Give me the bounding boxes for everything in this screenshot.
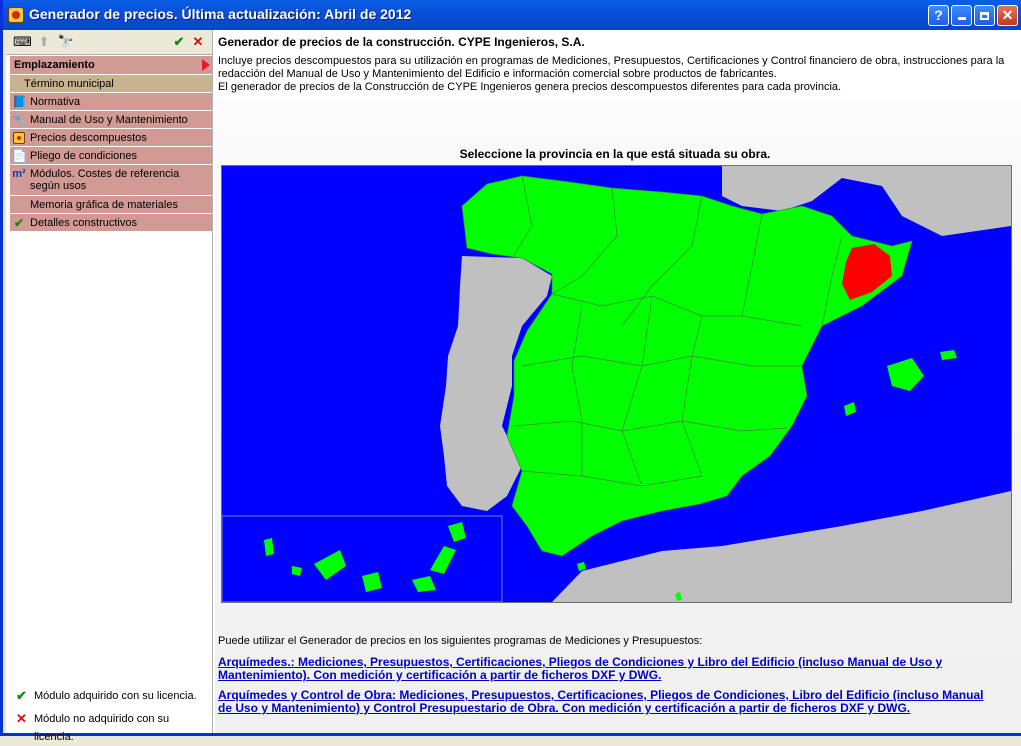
nav-item-label: Módulos. Costes de referencia según usos — [30, 168, 180, 192]
help-button[interactable]: ? — [928, 5, 949, 26]
expand-arrow-icon[interactable] — [202, 59, 210, 71]
description-line: Incluye precios descompuestos para su ut… — [218, 55, 1005, 67]
maximize-button[interactable] — [974, 5, 995, 26]
nav-header-label: Emplazamiento — [14, 59, 95, 71]
cancel-x-icon[interactable]: ✕ — [189, 33, 207, 50]
canary-lanzarote[interactable] — [448, 522, 466, 542]
canary-la-gomera[interactable] — [314, 550, 346, 580]
x-icon: ✕ — [16, 711, 27, 726]
legend-not-acquired-label: Módulo no adquirido con su licencia. — [34, 713, 170, 743]
price-icon — [12, 131, 26, 145]
description-line: redacción del Manual de Uso y Mantenimie… — [218, 68, 777, 80]
binoculars-icon[interactable]: 🔭 — [57, 33, 75, 50]
spain-map-svg[interactable] — [222, 166, 1011, 602]
page-title: Generador de precios de la construcción.… — [218, 35, 585, 49]
nav-item-label: Pliego de condiciones — [30, 150, 138, 162]
nav-item-label: Memoria gráfica de materiales — [30, 199, 178, 211]
title-bar[interactable]: Generador de precios. Última actualizaci… — [3, 0, 1021, 30]
nav-sub-label: Término municipal — [24, 78, 114, 90]
balearic-mallorca[interactable] — [887, 358, 924, 391]
nav-header-emplazamiento[interactable]: Emplazamiento — [10, 56, 212, 75]
maximize-icon — [980, 12, 989, 20]
link-arquimedes-control-obra[interactable]: Arquímedes y Control de Obra: Mediciones… — [218, 689, 998, 715]
ceuta[interactable] — [577, 562, 586, 571]
description: Incluye precios descompuestos para su ut… — [218, 55, 1008, 94]
document-icon: 📄 — [12, 149, 27, 163]
left-toolbar: ⌨ ⬆ 🔭 ✔ ✕ — [6, 30, 212, 55]
nav-item-memoria-grafica[interactable]: Memoria gráfica de materiales — [10, 196, 212, 214]
window-title: Generador de precios. Última actualizaci… — [29, 6, 412, 22]
check-icon: ✔ — [13, 216, 25, 230]
minimize-icon — [957, 17, 966, 20]
accept-check-icon[interactable]: ✔ — [170, 33, 188, 50]
nav-item-detalles-constructivos[interactable]: ✔ Detalles constructivos — [10, 214, 212, 232]
balearic-ibiza[interactable] — [844, 402, 856, 416]
wrench-icon: 🔧 — [12, 113, 27, 127]
nav-item-label: Normativa — [30, 96, 81, 108]
application-window: Generador de precios. Última actualizaci… — [0, 0, 1021, 743]
canary-el-hierro[interactable] — [292, 566, 302, 576]
nav-item-modulos-costes[interactable]: m² Módulos. Costes de referencia según u… — [10, 165, 212, 196]
minimize-button[interactable] — [951, 5, 972, 26]
nav-item-label: Manual de Uso y Mantenimiento — [30, 114, 188, 126]
legend-acquired-label: Módulo adquirido con su licencia. — [34, 690, 197, 702]
description-line: El generador de precios de la Construcci… — [218, 81, 842, 93]
up-arrow-icon[interactable]: ⬆ — [35, 33, 53, 50]
programs-intro: Puede utilizar el Generador de precios e… — [218, 635, 703, 647]
nav-item-label: Precios descompuestos — [30, 132, 147, 144]
nav-list: Emplazamiento Término municipal 📘 Normat… — [10, 56, 212, 232]
nav-item-manual-uso[interactable]: 🔧 Manual de Uso y Mantenimiento — [10, 111, 212, 129]
left-panel: ⌨ ⬆ 🔭 ✔ ✕ Emplazamiento Término municipa… — [6, 30, 213, 743]
nav-item-pliego-condiciones[interactable]: 📄 Pliego de condiciones — [10, 147, 212, 165]
canary-fuerteventura[interactable] — [430, 546, 456, 574]
nav-item-label: Detalles constructivos — [30, 217, 137, 229]
keyboard-icon[interactable]: ⌨ — [13, 33, 32, 50]
book-icon: 📘 — [12, 95, 27, 109]
close-button[interactable]: ✕ — [997, 5, 1018, 26]
nav-item-normativa[interactable]: 📘 Normativa — [10, 93, 212, 111]
legend-not-acquired: ✕ Módulo no adquirido con su licencia. — [10, 710, 210, 743]
client-area: ⌨ ⬆ 🔭 ✔ ✕ Emplazamiento Término municipa… — [6, 30, 1021, 743]
canary-tenerife[interactable] — [362, 572, 382, 592]
canary-gran-canaria[interactable] — [412, 576, 436, 592]
nav-item-precios-descompuestos[interactable]: Precios descompuestos — [10, 129, 212, 147]
legend-acquired: ✔ Módulo adquirido con su licencia. — [10, 687, 210, 705]
province-map[interactable] — [221, 165, 1012, 603]
main-content: Generador de precios de la construcción.… — [215, 30, 1021, 733]
nav-sub-termino-municipal[interactable]: Término municipal — [10, 75, 212, 93]
canary-la-palma[interactable] — [264, 538, 274, 556]
app-icon — [8, 7, 24, 23]
spain-mainland[interactable] — [461, 175, 913, 557]
modules-icon: m² — [12, 168, 26, 180]
balearic-menorca[interactable] — [940, 350, 957, 360]
link-arquimedes[interactable]: Arquímedes.: Mediciones, Presupuestos, C… — [218, 656, 998, 682]
map-prompt: Seleccione la provincia en la que está s… — [459, 147, 771, 161]
check-icon: ✔ — [16, 688, 27, 703]
